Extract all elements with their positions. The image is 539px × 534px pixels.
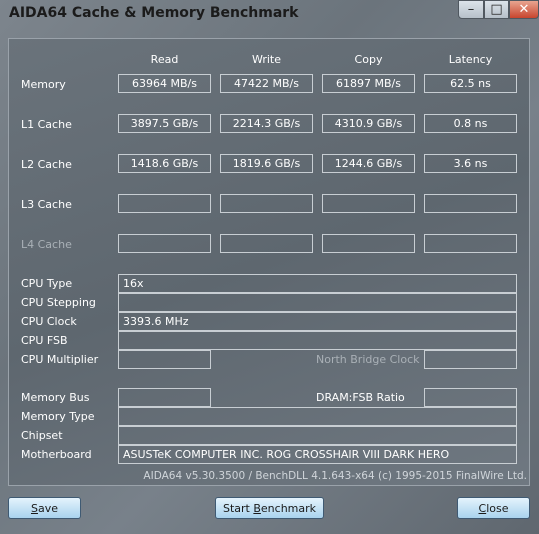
memory-type-label: Memory Type [21,410,95,423]
row-label-l1-cache: L1 Cache [21,118,72,131]
row-label-l4-cache: L4 Cache [21,238,72,251]
row-label-memory: Memory [21,78,66,91]
dram-fsb-ratio-value [424,388,517,407]
north-bridge-clock-value [424,350,517,369]
version-footer: AIDA64 v5.30.3500 / BenchDLL 4.1.643-x64… [143,470,527,482]
start-label-pre: Start [222,501,254,515]
motherboard-value: ASUSTeK COMPUTER INC. ROG CROSSHAIR VIII… [118,445,517,464]
header-latency: Latency [448,53,493,66]
l2-write-value: 1819.6 GB/s [220,154,313,173]
cpu-stepping-value [118,293,517,312]
l2-read-value: 1418.6 GB/s [118,154,211,173]
l3-read-value [118,194,211,213]
header-copy: Copy [354,53,383,66]
row-label-l3-cache: L3 Cache [21,198,72,211]
l1-read-value: 3897.5 GB/s [118,114,211,133]
cpu-fsb-value [118,331,517,350]
l1-write-value: 2214.3 GB/s [220,114,313,133]
memory-bus-label: Memory Bus [21,391,90,404]
close-label: lose [486,501,509,515]
l3-copy-value [322,194,415,213]
save-accel: S [30,501,38,515]
cpu-multiplier-label: CPU Multiplier [21,353,99,366]
north-bridge-clock-label: North Bridge Clock [316,353,420,366]
motherboard-label: Motherboard [21,448,92,461]
maximize-icon: □ [490,2,503,17]
save-label: ave [37,501,58,515]
l1-copy-value: 4310.9 GB/s [322,114,415,133]
close-button[interactable]: Close [457,497,530,519]
close-accel: C [478,501,487,515]
l4-write-value [220,234,313,253]
l4-read-value [118,234,211,253]
minimize-button[interactable]: – [458,0,484,19]
window-title: AIDA64 Cache & Memory Benchmark [9,5,299,21]
memory-type-value [118,407,517,426]
l2-copy-value: 1244.6 GB/s [322,154,415,173]
l3-latency-value [424,194,517,213]
l4-copy-value [322,234,415,253]
title-bar: AIDA64 Cache & Memory Benchmark – □ ✕ [0,0,539,30]
cpu-clock-value: 3393.6 MHz [118,312,517,331]
header-write: Write [251,53,282,66]
l4-latency-value [424,234,517,253]
cpu-clock-label: CPU Clock [21,315,77,328]
close-icon: ✕ [518,2,530,17]
header-read: Read [150,53,179,66]
dram-fsb-ratio-label: DRAM:FSB Ratio [316,391,405,404]
cpu-multiplier-value [118,350,211,369]
l2-latency-value: 3.6 ns [424,154,517,173]
cpu-type-label: CPU Type [21,277,73,290]
row-label-l2-cache: L2 Cache [21,158,72,171]
minimize-icon: – [467,2,475,17]
save-button[interactable]: Save [8,497,81,519]
chipset-label: Chipset [21,429,63,442]
cpu-fsb-label: CPU FSB [21,334,68,347]
start-accel: B [253,501,261,515]
benchmark-panel: Read Write Copy Latency Memory 63964 MB/… [8,38,530,486]
memory-bus-value [118,388,211,407]
close-window-button[interactable]: ✕ [509,0,539,19]
chipset-value [118,426,517,445]
memory-read-value: 63964 MB/s [118,74,211,93]
memory-copy-value: 61897 MB/s [322,74,415,93]
memory-latency-value: 62.5 ns [424,74,517,93]
start-benchmark-button[interactable]: Start Benchmark [215,497,324,519]
l1-latency-value: 0.8 ns [424,114,517,133]
cpu-stepping-label: CPU Stepping [21,296,96,309]
l3-write-value [220,194,313,213]
start-label-rest: enchmark [260,501,317,515]
memory-write-value: 47422 MB/s [220,74,313,93]
cpu-type-value: 16x [118,274,517,293]
maximize-button[interactable]: □ [484,0,509,19]
